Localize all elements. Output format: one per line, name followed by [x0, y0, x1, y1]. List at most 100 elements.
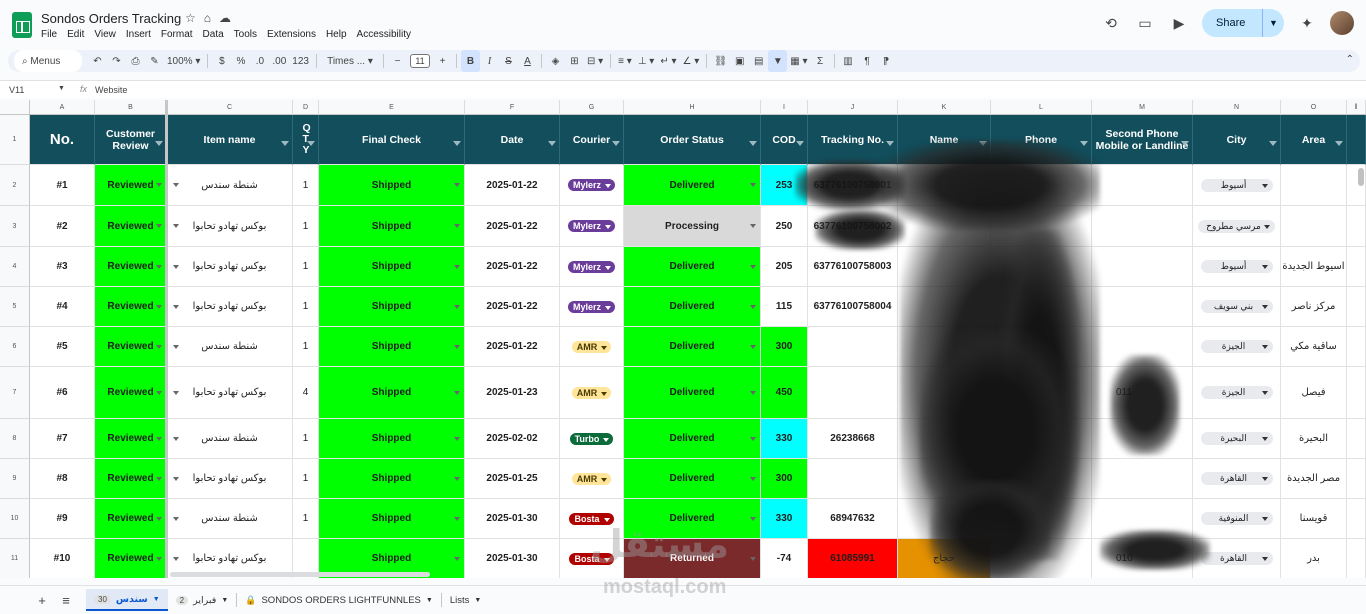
undo-icon[interactable]: ↶: [88, 50, 107, 72]
courier-chip[interactable]: Mylerz: [567, 260, 615, 273]
sheet-grid[interactable]: A B C D E F G H I J K L M N O ‖ 1 No. Customer Review Item …: [0, 100, 1366, 578]
cell-status[interactable]: Delivered: [624, 327, 761, 367]
column-header-h[interactable]: H: [624, 100, 761, 115]
cell-no[interactable]: #2: [30, 206, 95, 247]
font-size-decrease-icon[interactable]: −: [388, 50, 407, 72]
cell-courier[interactable]: Mylerz: [560, 165, 624, 206]
cell-no[interactable]: #4: [30, 287, 95, 327]
functions-button[interactable]: Σ: [811, 50, 830, 72]
italic-button[interactable]: I: [480, 50, 499, 72]
increase-decimal-button[interactable]: .00: [269, 50, 289, 72]
column-header-a[interactable]: A: [30, 100, 95, 115]
cell-cod[interactable]: -74: [761, 539, 808, 578]
menu-format[interactable]: Format: [161, 29, 193, 40]
vertical-align-icon[interactable]: ⊥ ▾: [635, 50, 658, 72]
name-box-dropdown-icon[interactable]: ▼: [58, 85, 65, 92]
cell-cod[interactable]: 330: [761, 499, 808, 539]
header-no[interactable]: No.: [30, 115, 95, 165]
cell-status[interactable]: Delivered: [624, 459, 761, 499]
row-header[interactable]: 9: [0, 459, 30, 499]
menu-insert[interactable]: Insert: [126, 29, 151, 40]
column-header-g[interactable]: G: [560, 100, 624, 115]
move-folder-icon[interactable]: ⌂: [204, 11, 219, 25]
city-chip[interactable]: أسيوط: [1200, 178, 1273, 192]
add-sheet-icon[interactable]: +: [30, 593, 54, 608]
cloud-status-icon[interactable]: ☁: [219, 11, 239, 25]
column-header-l[interactable]: L: [991, 100, 1092, 115]
cell-final[interactable]: Shipped: [319, 499, 465, 539]
menu-data[interactable]: Data: [203, 29, 224, 40]
cell-date[interactable]: 2025-01-30: [465, 539, 560, 578]
filter-dropdown-icon[interactable]: [281, 141, 289, 146]
header-date[interactable]: Date: [465, 115, 560, 165]
filter-dropdown-icon[interactable]: [1269, 141, 1277, 146]
sheet-tab-sondos[interactable]: 30 سندس ▼: [86, 589, 168, 611]
menu-accessibility[interactable]: Accessibility: [357, 29, 411, 40]
menu-help[interactable]: Help: [326, 29, 347, 40]
header-city[interactable]: City: [1193, 115, 1281, 165]
font-size-increase-icon[interactable]: +: [433, 50, 452, 72]
cell-item[interactable]: بوكس تهادو تحابوا: [167, 459, 293, 499]
cell-date[interactable]: 2025-01-25: [465, 459, 560, 499]
cell-no[interactable]: #5: [30, 327, 95, 367]
cell-area[interactable]: [1281, 206, 1347, 247]
cell-item[interactable]: بوكس تهادو تحابوا: [167, 206, 293, 247]
cell-final[interactable]: Shipped: [319, 327, 465, 367]
cell-city[interactable]: الجيزة: [1193, 367, 1281, 419]
cell-date[interactable]: 2025-01-22: [465, 287, 560, 327]
courier-chip[interactable]: Turbo: [569, 432, 614, 445]
cell-cod[interactable]: 450: [761, 367, 808, 419]
cell-qty[interactable]: 1: [293, 327, 319, 367]
city-chip[interactable]: البحيرة: [1200, 432, 1273, 445]
cell-review[interactable]: Reviewed: [95, 165, 167, 206]
cell-city[interactable]: الجيزة: [1193, 327, 1281, 367]
city-chip[interactable]: مرسي مطروح: [1198, 219, 1275, 233]
filter-dropdown-icon[interactable]: [796, 141, 804, 146]
cell-phone2[interactable]: [1092, 165, 1193, 206]
column-header-e[interactable]: E: [319, 100, 465, 115]
menu-view[interactable]: View: [94, 29, 116, 40]
merge-cells-icon[interactable]: ⊟ ▾: [584, 50, 606, 72]
courier-chip[interactable]: AMR: [571, 386, 612, 399]
column-header-i[interactable]: I: [761, 100, 808, 115]
cell-final[interactable]: Shipped: [319, 287, 465, 327]
cell-city[interactable]: البحيرة: [1193, 419, 1281, 459]
cell-no[interactable]: #1: [30, 165, 95, 206]
cell-area[interactable]: قويسنا: [1281, 499, 1347, 539]
insert-comment-icon[interactable]: ▣: [730, 50, 749, 72]
share-button[interactable]: Share ▼: [1202, 9, 1284, 37]
cell-status[interactable]: Delivered: [624, 165, 761, 206]
cell-courier[interactable]: Turbo: [560, 419, 624, 459]
horizontal-scrollbar[interactable]: [170, 572, 430, 577]
filter-dropdown-icon[interactable]: [1335, 141, 1343, 146]
cell-courier[interactable]: AMR: [560, 327, 624, 367]
cell-tracking[interactable]: [808, 367, 898, 419]
cell-cod[interactable]: 115: [761, 287, 808, 327]
cell-final[interactable]: Shipped: [319, 419, 465, 459]
cell-tracking[interactable]: 61085991: [808, 539, 898, 578]
cell-date[interactable]: 2025-01-22: [465, 327, 560, 367]
cell-qty[interactable]: 1: [293, 165, 319, 206]
cell-review[interactable]: Reviewed: [95, 206, 167, 247]
row-header[interactable]: 10: [0, 499, 30, 539]
cell-courier[interactable]: Mylerz: [560, 206, 624, 247]
row-header[interactable]: 4: [0, 247, 30, 287]
cell-status[interactable]: Delivered: [624, 367, 761, 419]
filter-dropdown-icon[interactable]: [307, 141, 315, 146]
cell-courier[interactable]: Mylerz: [560, 247, 624, 287]
font-size-field[interactable]: 11: [407, 50, 433, 72]
cell-status[interactable]: Delivered: [624, 247, 761, 287]
cell-area[interactable]: مركز ناصر: [1281, 287, 1347, 327]
courier-chip[interactable]: Mylerz: [567, 220, 615, 232]
cell-no[interactable]: #9: [30, 499, 95, 539]
cell-city[interactable]: أسيوط: [1193, 247, 1281, 287]
cell-date[interactable]: 2025-01-22: [465, 247, 560, 287]
cell-no[interactable]: #3: [30, 247, 95, 287]
cell-qty[interactable]: 1: [293, 499, 319, 539]
text-wrap-icon[interactable]: ↵ ▾: [657, 50, 679, 72]
cell-review[interactable]: Reviewed: [95, 499, 167, 539]
cell-courier[interactable]: AMR: [560, 459, 624, 499]
zoom-select[interactable]: 100% ▾: [164, 50, 203, 72]
cell-status[interactable]: Delivered: [624, 419, 761, 459]
cell-qty[interactable]: 1: [293, 459, 319, 499]
